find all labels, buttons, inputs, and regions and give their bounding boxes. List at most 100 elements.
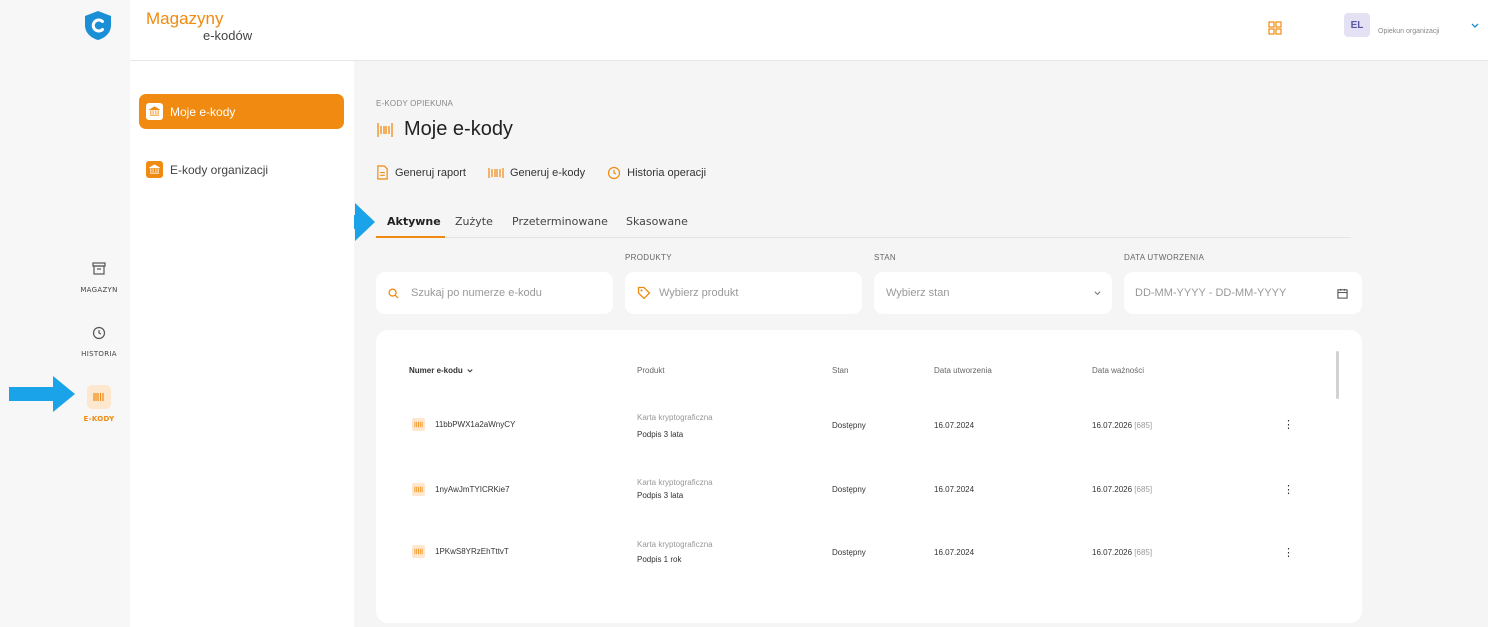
ekody-table <box>376 330 1362 623</box>
column-header-product[interactable]: Produkt <box>637 366 665 375</box>
state-placeholder: Wybierz stan <box>886 287 950 299</box>
state-value: Dostępny <box>832 485 866 494</box>
expiry-date-value: 16.07.2026 <box>1092 485 1133 494</box>
chevron-down-icon[interactable] <box>1470 22 1480 30</box>
expiry-date: 16.07.2026 [685] <box>1092 548 1152 557</box>
search-input[interactable]: Szukaj po numerze e-kodu <box>376 272 613 314</box>
table-row-code[interactable]: 1nyAwJmTYICRKie7 <box>412 483 510 496</box>
column-header-expires[interactable]: Data ważności <box>1092 366 1144 375</box>
filter-label-date: DATA UTWORZENIA <box>1124 253 1205 262</box>
rail-label-historia: HISTORIA <box>81 350 117 358</box>
generate-ekody-button[interactable]: Generuj e-kody <box>488 166 585 180</box>
row-menu-kebab-icon[interactable]: ⋮ <box>1283 419 1294 431</box>
tab-zuzyte[interactable]: Zużyte <box>455 215 493 228</box>
secondary-nav: Moje e-kody E-kody organizacji <box>130 61 354 627</box>
history-icon <box>608 166 621 179</box>
state-value: Dostępny <box>832 421 866 430</box>
subnav-label: Moje e-kody <box>170 104 236 119</box>
generate-ekody-label: Generuj e-kody <box>509 166 586 179</box>
chevron-down-icon <box>1094 290 1101 295</box>
history-button[interactable]: Historia operacji <box>607 166 706 180</box>
expiry-date-value: 16.07.2026 <box>1092 421 1133 430</box>
arrow-pointer-left-icon <box>9 376 75 412</box>
tab-przeterminowane[interactable]: Przeterminowane <box>512 215 608 228</box>
product-name: Podpis 3 lata <box>637 491 684 500</box>
filter-label-products: PRODUKTY <box>625 253 672 262</box>
rail-item-magazyn[interactable]: MAGAZYN <box>60 258 138 294</box>
brand-title: Magazyny <box>146 9 224 28</box>
product-type: Karta kryptograficzna <box>637 478 713 487</box>
state-select[interactable]: Wybierz stan <box>874 272 1112 314</box>
avatar[interactable]: EL <box>1344 13 1370 37</box>
tab-skasowane[interactable]: Skasowane <box>626 215 688 228</box>
history-icon <box>92 326 106 340</box>
generate-report-button[interactable]: Generuj raport <box>376 165 466 180</box>
rail-item-historia[interactable]: HISTORIA <box>60 322 138 358</box>
product-select[interactable]: Wybierz produkt <box>625 272 862 314</box>
bank-icon <box>146 103 163 120</box>
document-icon <box>377 165 388 180</box>
code-value: 1PKwS8YRzEhTttvT <box>435 547 509 556</box>
barcode-icon <box>377 122 393 137</box>
table-row-code[interactable]: 1PKwS8YRzEhTttvT <box>412 545 509 558</box>
barcode-icon <box>412 418 425 431</box>
subnav-item-moje-ekody[interactable]: Moje e-kody <box>139 94 344 129</box>
days-left: [685] <box>1134 485 1153 494</box>
product-type: Karta kryptograficzna <box>637 540 713 549</box>
expiry-date: 16.07.2026 [685] <box>1092 421 1152 430</box>
days-left: [685] <box>1134 548 1153 557</box>
apps-grid-icon[interactable] <box>1268 21 1282 35</box>
action-bar: Generuj raport Generuj e-kody Historia o… <box>376 165 728 180</box>
top-header: Magazyny e-kodów EL Opiekun organizacji <box>130 0 1488 61</box>
state-value: Dostępny <box>832 548 866 557</box>
code-value: 1nyAwJmTYICRKie7 <box>435 485 510 494</box>
days-left: [685] <box>1134 421 1153 430</box>
table-row-code[interactable]: 11bbPWX1a2aWnyCY <box>412 418 515 431</box>
date-placeholder: DD-MM-YYYY - DD-MM-YYYY <box>1135 287 1287 299</box>
barcode-icon <box>412 483 425 496</box>
chevron-down-icon <box>467 368 473 372</box>
tab-bar: Aktywne Zużyte Przeterminowane Skasowane <box>376 208 1351 238</box>
product-name: Podpis 3 lata <box>637 430 684 439</box>
subnav-item-ekody-organizacji[interactable]: E-kody organizacji <box>139 152 344 187</box>
tab-aktywne[interactable]: Aktywne <box>387 215 441 228</box>
created-date: 16.07.2024 <box>934 485 975 494</box>
barcode-icon <box>412 545 425 558</box>
bank-icon <box>146 161 163 178</box>
shield-logo-icon[interactable] <box>84 10 112 41</box>
user-role: Opiekun organizacji <box>1378 28 1440 35</box>
search-icon <box>388 287 399 299</box>
breadcrumb: E-KODY OPIEKUNA <box>376 99 454 108</box>
active-tab-indicator <box>376 236 445 238</box>
calendar-icon[interactable] <box>1337 288 1348 299</box>
barcode-icon <box>93 393 104 401</box>
generate-report-label: Generuj raport <box>395 166 466 179</box>
code-value: 11bbPWX1a2aWnyCY <box>435 420 516 429</box>
barcode-icon <box>488 167 504 178</box>
product-type: Karta kryptograficzna <box>637 413 713 422</box>
search-placeholder: Szukaj po numerze e-kodu <box>411 287 542 299</box>
rail-label-ekody: E-KODY <box>83 415 115 423</box>
subnav-label: E-kody organizacji <box>170 162 269 177</box>
filter-label-state: STAN <box>874 253 896 262</box>
created-date: 16.07.2024 <box>934 548 975 557</box>
column-header-code[interactable]: Numer e-kodu <box>409 366 474 375</box>
page-title-text: Moje e-kody <box>404 118 513 140</box>
product-name: Podpis 1 rok <box>637 555 682 564</box>
history-label: Historia operacji <box>627 166 707 179</box>
expiry-date: 16.07.2026 [685] <box>1092 485 1152 494</box>
column-header-state[interactable]: Stan <box>832 366 848 375</box>
brand-subtitle: e-kodów <box>203 28 253 43</box>
column-header-created[interactable]: Data utworzenia <box>934 366 992 375</box>
archive-icon <box>92 262 106 275</box>
icon-rail: MAGAZYN HISTORIA E-KODY <box>0 0 130 627</box>
table-scrollbar[interactable] <box>1336 351 1339 399</box>
column-header-code-label: Numer e-kodu <box>409 366 463 375</box>
row-menu-kebab-icon[interactable]: ⋮ <box>1283 547 1294 559</box>
date-range-field[interactable]: DD-MM-YYYY - DD-MM-YYYY <box>1124 272 1362 314</box>
row-menu-kebab-icon[interactable]: ⋮ <box>1283 484 1294 496</box>
created-date: 16.07.2024 <box>934 421 975 430</box>
rail-label-magazyn: MAGAZYN <box>80 286 118 294</box>
product-placeholder: Wybierz produkt <box>659 287 739 299</box>
tag-icon <box>637 286 651 300</box>
